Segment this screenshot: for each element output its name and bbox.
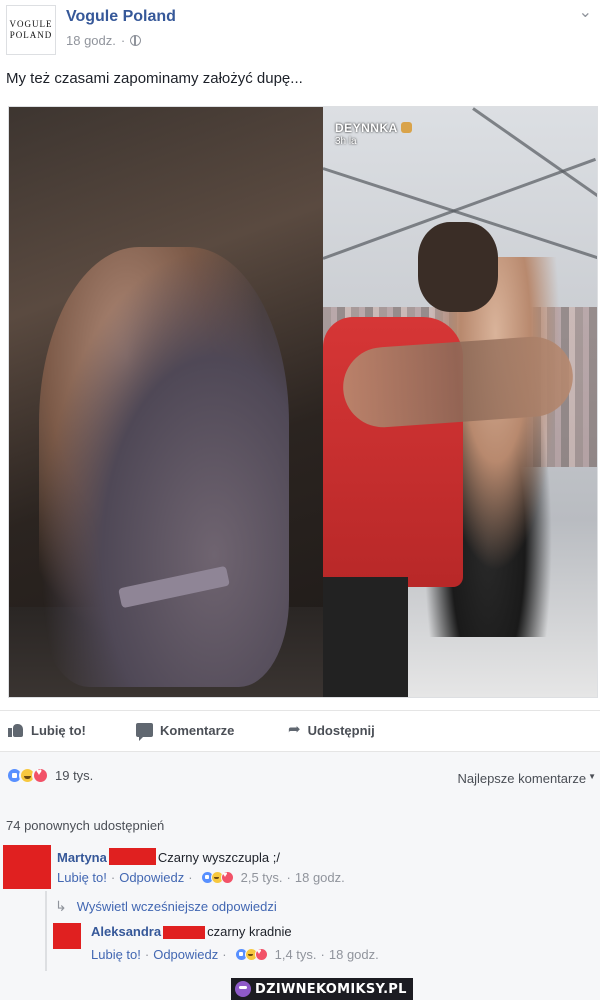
redacted-name (163, 926, 206, 939)
emoji-icon (400, 122, 412, 133)
share-arrow-icon: ➦ (288, 721, 301, 738)
like-button[interactable]: Lubię to! (8, 723, 86, 738)
comment-reactions[interactable] (234, 947, 268, 961)
comment-author[interactable]: Aleksandra (91, 924, 161, 939)
post-options-icon[interactable]: ⌄ (579, 2, 592, 22)
watermark: DZIWNEKOMIKSY.PL (231, 978, 413, 1000)
comment-time[interactable]: 18 godz. (329, 947, 379, 962)
meta-separator: · (188, 870, 193, 885)
comments-area: 74 ponownych udostępnień Martyna Czarny w… (0, 802, 600, 1000)
page-logo[interactable]: VOGULE POLAND (6, 5, 56, 55)
meta-separator: · (144, 947, 150, 962)
post-image[interactable]: DEYNNKA 3h la (8, 106, 598, 698)
share-button[interactable]: ➦ Udostępnij (288, 721, 375, 738)
photo-head (417, 222, 498, 312)
comment-icon (136, 723, 153, 741)
logo-line1: VOGULE (9, 19, 53, 29)
comment-button[interactable]: Komentarze (136, 722, 235, 741)
post-time[interactable]: 18 godz. (66, 33, 116, 48)
avatar[interactable] (53, 923, 81, 949)
logo-line2: POLAND (9, 30, 53, 40)
post-actions: Lubię to! Komentarze ➦ Udostępnij (0, 710, 600, 750)
snap-username: DEYNNKA (335, 121, 412, 135)
reply-thread-line (45, 891, 47, 971)
reaction-count[interactable]: 19 tys. (55, 768, 93, 783)
post-header: VOGULE POLAND Vogule Poland 18 godz. · ⌄ (0, 0, 600, 62)
comment-reply-link[interactable]: Odpowiedz (153, 947, 218, 962)
comment-body: Martyna Czarny wyszczupla ;/ (57, 848, 280, 867)
share-label: Udostępnij (307, 722, 375, 738)
comment-body: Aleksandra czarny kradnie (91, 923, 292, 941)
shares-count[interactable]: 74 ponownych udostępnień (6, 818, 164, 833)
love-reaction-icon (220, 870, 234, 884)
watermark-text: DZIWNEKOMIKSY.PL (255, 981, 407, 997)
like-label: Lubię to! (31, 722, 86, 738)
photo-right: DEYNNKA 3h la (322, 107, 597, 697)
comment-reply-link[interactable]: Odpowiedz (119, 870, 184, 885)
meta-separator: · (222, 947, 227, 962)
reply-arrow-icon: ↳ (55, 898, 67, 914)
mascot-icon (235, 981, 251, 997)
photo-pants (322, 577, 408, 697)
comment-label: Komentarze (160, 722, 235, 738)
comment-reaction-count[interactable]: 1,4 tys. (275, 947, 317, 962)
globe-icon (130, 35, 142, 46)
comment-like-link[interactable]: Lubię to! (91, 947, 141, 962)
snap-username-text: DEYNNKA (334, 121, 398, 135)
comment-text: Czarny wyszczupla ;/ (157, 850, 280, 865)
comment-meta: Lubię to! · Odpowiedz · 2,5 tys. · 18 go… (57, 870, 345, 885)
comment-reactions[interactable] (200, 870, 234, 884)
comment-sort-label: Najlepsze komentarze (457, 771, 587, 786)
meta-separator: · (110, 870, 116, 885)
photo-figure (39, 247, 289, 687)
thumbs-up-icon (8, 723, 24, 737)
comment-author[interactable]: Martyna (57, 850, 107, 865)
redacted-name (108, 848, 156, 865)
comment-meta: Lubię to! · Odpowiedz · 1,4 tys. · 18 go… (91, 947, 379, 962)
photo-arms (340, 334, 576, 430)
meta-separator: · (120, 33, 126, 48)
comment-sort-dropdown[interactable]: Najlepsze komentarze ▼ (457, 771, 596, 786)
post-text: My też czasami zapominamy założyć dupę..… (6, 70, 303, 87)
caret-down-icon: ▼ (588, 772, 596, 781)
view-replies-label: Wyświetl wcześniejsze odpowiedzi (76, 899, 277, 914)
love-reaction-icon (32, 767, 49, 784)
reaction-icons[interactable]: 19 tys. (6, 767, 93, 784)
reaction-summary: 19 tys. Najlepsze komentarze▼ (0, 752, 600, 802)
avatar[interactable] (3, 845, 51, 889)
post-meta: 18 godz. · (66, 33, 142, 48)
love-reaction-icon (254, 947, 268, 961)
comment-reaction-count[interactable]: 2,5 tys. (241, 870, 283, 885)
meta-separator: · (286, 870, 291, 885)
photo-left (9, 107, 323, 697)
snap-time: 3h la (334, 136, 357, 147)
view-previous-replies[interactable]: ↳ Wyświetl wcześniejsze odpowiedzi (55, 898, 277, 915)
comment-like-link[interactable]: Lubię to! (57, 870, 107, 885)
page-name[interactable]: Vogule Poland (66, 8, 176, 26)
comment-text: czarny kradnie (207, 924, 292, 939)
comment-time[interactable]: 18 godz. (295, 870, 345, 885)
meta-separator: · (320, 947, 325, 962)
